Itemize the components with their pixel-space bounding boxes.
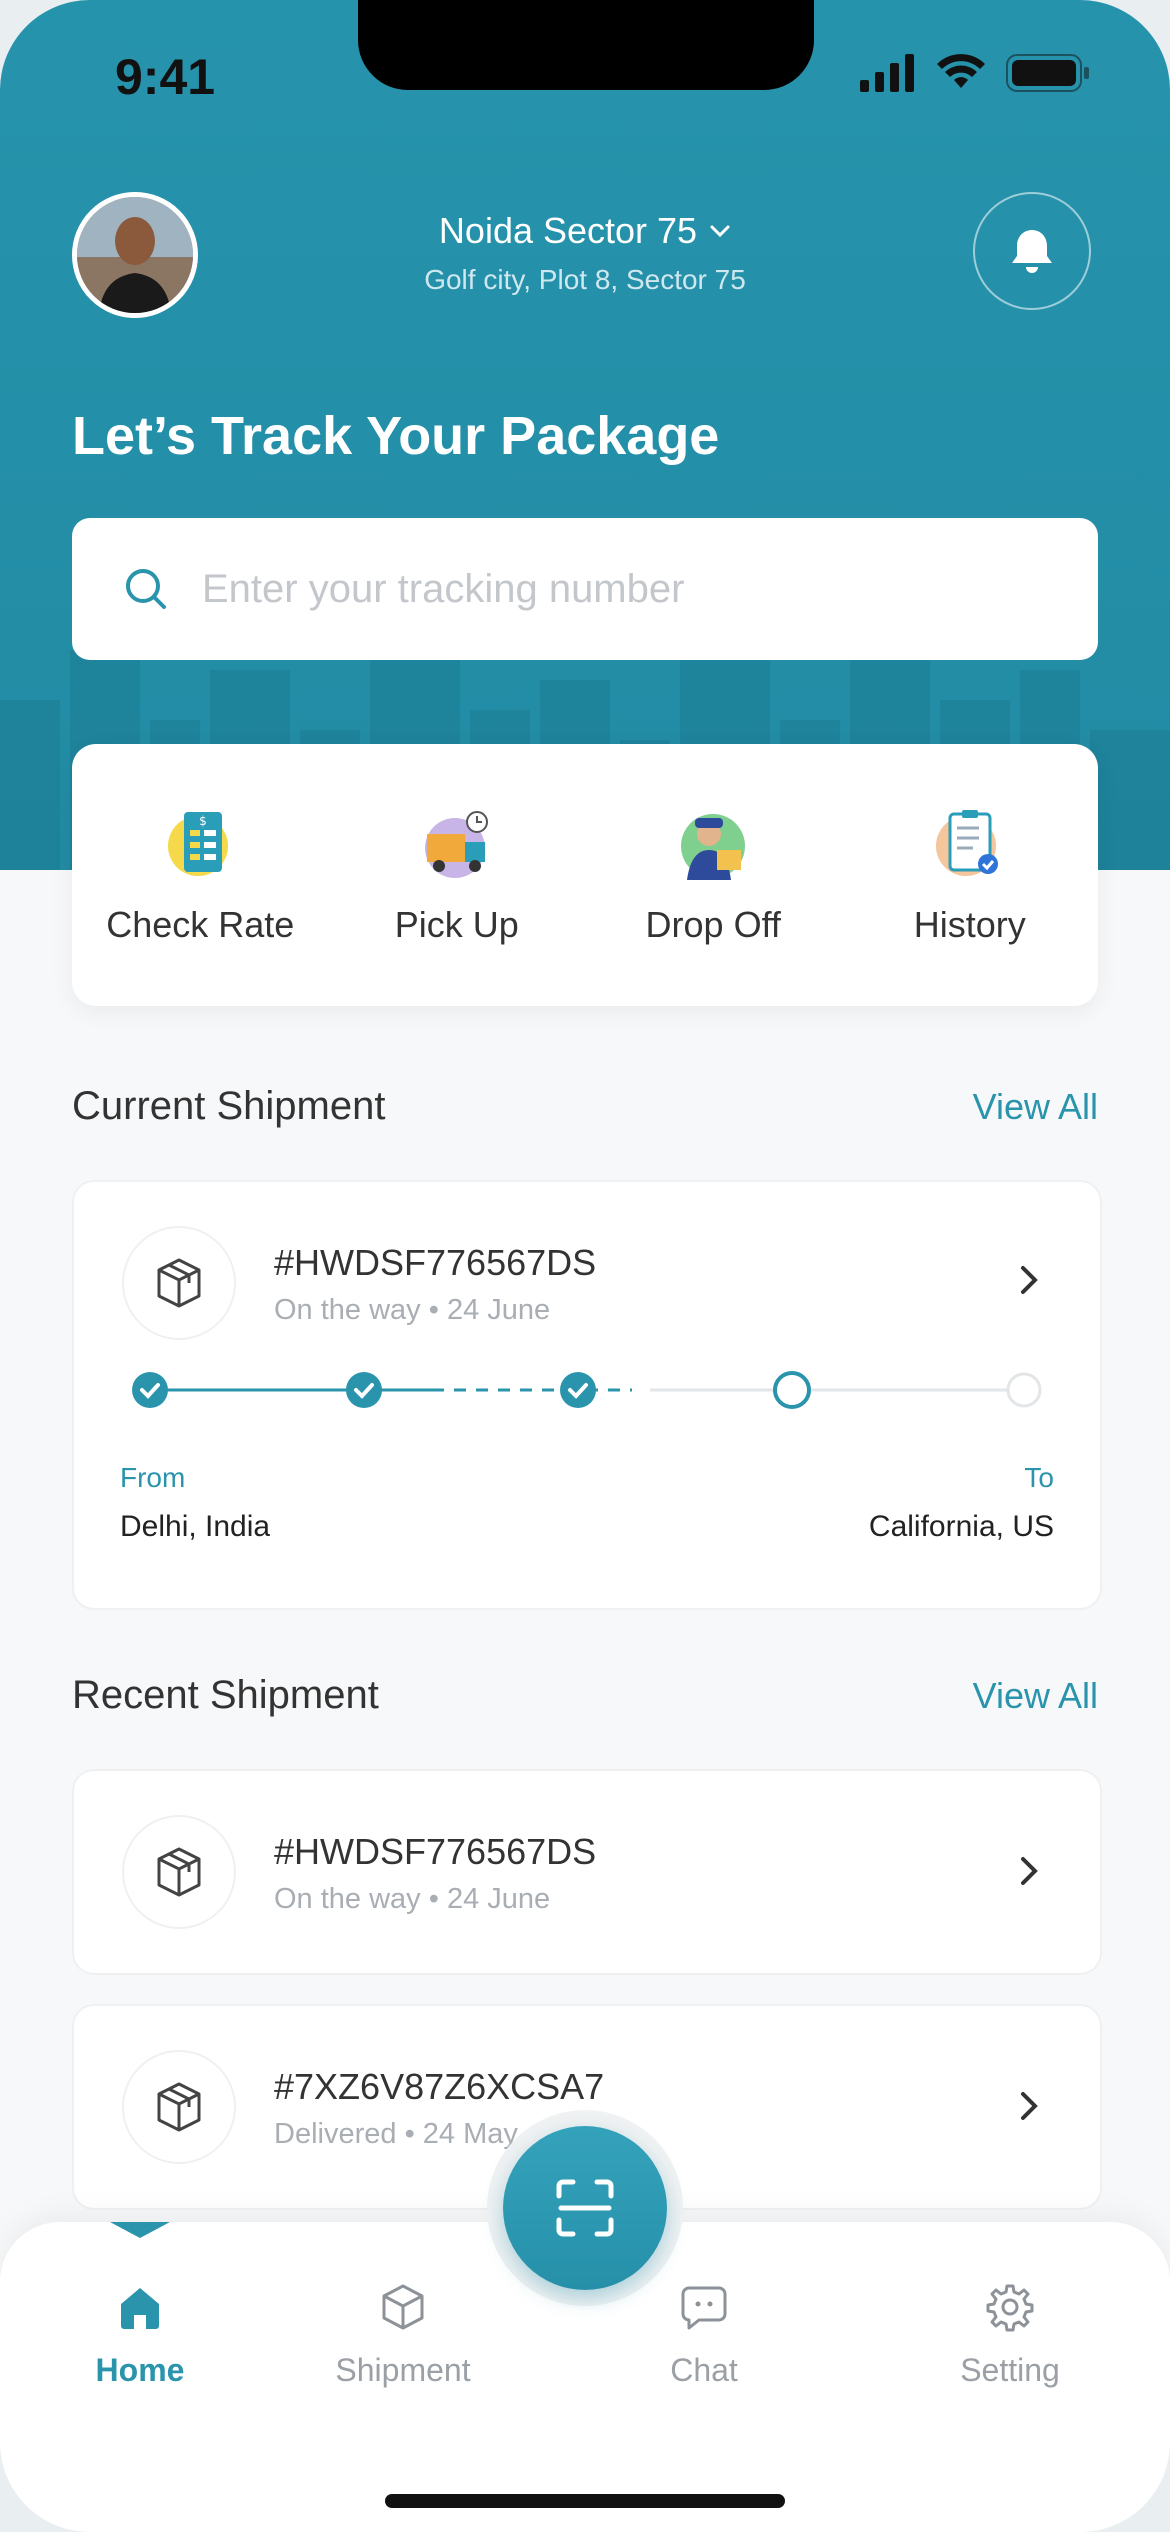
active-tab-indicator <box>110 2222 170 2238</box>
from-label: From <box>120 1462 186 1493</box>
cellular-signal-icon <box>860 54 914 92</box>
drop-off-label: Drop Off <box>645 904 781 945</box>
quick-actions-card: $ Check Rate Pick Up Drop Off History <box>72 744 1098 1006</box>
package-icon-container <box>122 1226 236 1340</box>
shipment-progress-track <box>132 1371 1042 1409</box>
chevron-right-icon[interactable] <box>1014 1851 1044 1891</box>
pick-up-icon <box>424 811 488 878</box>
wifi-icon <box>937 54 985 88</box>
destination-location: California, US <box>868 1510 1054 1543</box>
progress-step-complete-icon <box>346 1372 382 1408</box>
device-notch <box>358 0 814 90</box>
home-indicator <box>385 2494 785 2508</box>
chevron-right-icon[interactable] <box>1014 1260 1044 1300</box>
package-icon-container <box>122 2050 236 2164</box>
dot-separator: • <box>404 2118 423 2150</box>
check-rate-action[interactable]: $ Check Rate <box>90 804 310 946</box>
gear-icon <box>986 2284 1034 2332</box>
progress-step-pending-icon <box>1006 1372 1042 1408</box>
recent-shipment-heading: Recent Shipment <box>72 1673 379 1717</box>
package-icon-container <box>122 1815 236 1929</box>
nav-item-home[interactable]: Home <box>30 2282 250 2389</box>
recent-shipment-view-all-link[interactable]: View All <box>973 1675 1098 1717</box>
location-title: Noida Sector 75 <box>438 210 698 251</box>
avatar-image <box>77 197 193 313</box>
status-icons <box>860 54 1090 92</box>
shipment-date: 24 June <box>446 1294 551 1326</box>
check-rate-label: Check Rate <box>106 904 295 945</box>
status-time: 9:41 <box>115 49 216 105</box>
notification-button[interactable] <box>973 192 1091 310</box>
origin-location: Delhi, India <box>120 1510 271 1543</box>
package-icon <box>157 2082 201 2132</box>
nav-item-chat[interactable]: Chat <box>594 2282 814 2389</box>
page-title: Let’s Track Your Package <box>72 406 720 466</box>
current-shipment-card[interactable]: #HWDSF776567DS On the way • 24 June From… <box>72 1180 1102 1610</box>
nav-item-setting[interactable]: Setting <box>900 2282 1120 2389</box>
chevron-down-icon <box>710 225 730 238</box>
bell-icon <box>1012 230 1052 273</box>
location-address: Golf city, Plot 8, Sector 75 <box>424 264 746 295</box>
pick-up-action[interactable]: Pick Up <box>347 804 567 946</box>
shipment-status-line: Delivered • 24 May <box>274 2118 518 2151</box>
shipment-date: 24 June <box>446 1883 551 1915</box>
svg-text:$: $ <box>199 814 207 828</box>
history-action[interactable]: History <box>860 804 1080 946</box>
shipment-id: #HWDSF776567DS <box>274 1831 597 1872</box>
drop-off-action[interactable]: Drop Off <box>603 804 823 946</box>
shipment-status-line: On the way • 24 June <box>274 1294 550 1327</box>
shipment-status: On the way <box>274 1294 421 1326</box>
chat-icon <box>681 2286 727 2330</box>
current-shipment-heading: Current Shipment <box>72 1084 386 1128</box>
shipment-status-line: On the way • 24 June <box>274 1883 550 1916</box>
pick-up-label: Pick Up <box>394 904 519 945</box>
scan-icon <box>556 2179 614 2237</box>
to-label: To <box>1024 1462 1054 1493</box>
app-screen: 9:41 Noida Sector 75 Golf city, Plot 8, … <box>0 0 1170 2532</box>
box-icon <box>382 2284 424 2330</box>
shipment-id: #7XZ6V87Z6XCSA7 <box>274 2066 605 2107</box>
recent-shipment-item[interactable]: #HWDSF776567DS On the way • 24 June <box>72 1769 1102 1975</box>
progress-step-current-icon <box>773 1371 811 1409</box>
nav-label-shipment: Shipment <box>335 2352 471 2388</box>
nav-label-home: Home <box>95 2352 185 2388</box>
check-rate-icon: $ <box>168 812 229 876</box>
status-bar: 9:41 <box>0 0 1170 150</box>
dot-separator: • <box>428 1294 447 1326</box>
package-icon <box>157 1847 201 1897</box>
progress-step-complete-icon <box>132 1372 168 1408</box>
current-shipment-view-all-link[interactable]: View All <box>973 1086 1098 1128</box>
nav-item-shipment[interactable]: Shipment <box>293 2282 513 2389</box>
history-icon <box>935 810 998 876</box>
home-icon <box>121 2288 159 2329</box>
history-label: History <box>913 904 1026 945</box>
search-icon <box>126 569 166 609</box>
user-avatar[interactable] <box>72 192 198 318</box>
chevron-right-icon[interactable] <box>1014 2086 1044 2126</box>
shipment-id: #HWDSF776567DS <box>274 1242 597 1283</box>
shipment-date: 24 May <box>422 2118 518 2150</box>
location-title-row: Noida Sector 75 <box>300 210 870 252</box>
tracking-number-input[interactable] <box>200 565 1098 613</box>
battery-icon <box>1006 54 1089 92</box>
shipment-status: On the way <box>274 1883 421 1915</box>
package-icon <box>157 1258 201 1308</box>
nav-label-chat: Chat <box>670 2352 738 2388</box>
drop-off-icon <box>681 814 746 880</box>
location-selector[interactable]: Noida Sector 75 Golf city, Plot 8, Secto… <box>300 210 870 296</box>
scan-button[interactable] <box>503 2126 667 2290</box>
nav-label-setting: Setting <box>960 2352 1060 2388</box>
progress-step-complete-icon <box>560 1372 596 1408</box>
dot-separator: • <box>428 1883 447 1915</box>
shipment-status: Delivered <box>274 2118 397 2150</box>
tracking-search-bar[interactable] <box>72 518 1098 660</box>
